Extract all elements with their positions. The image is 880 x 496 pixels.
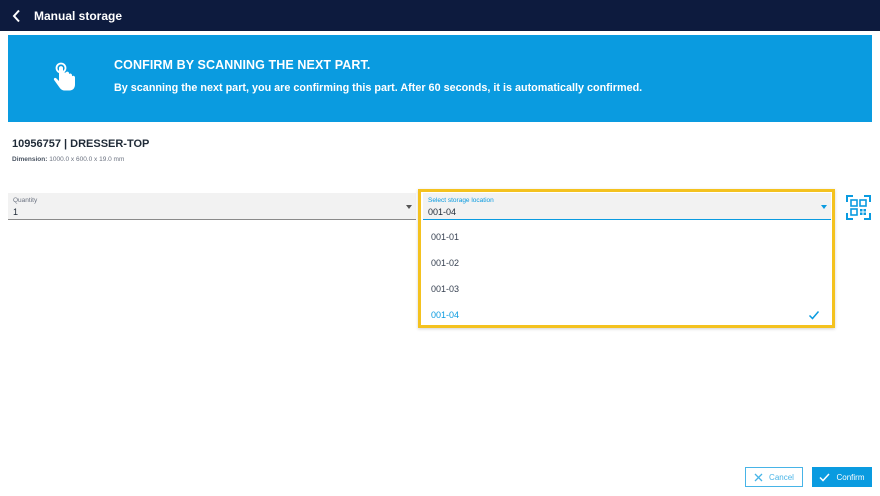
dimension-value: 1000.0 x 600.0 x 19.0 mm: [49, 156, 125, 163]
caret-down-icon: [821, 205, 827, 209]
cancel-label: Cancel: [769, 472, 794, 482]
checkmark-icon: [808, 311, 820, 320]
dimension-label: Dimension:: [12, 156, 48, 163]
banner-title: CONFIRM BY SCANNING THE NEXT PART.: [114, 58, 371, 72]
caret-down-icon: [406, 205, 412, 209]
tap-hand-icon: [53, 62, 75, 91]
part-dimension: Dimension: 1000.0 x 600.0 x 19.0 mm: [12, 156, 124, 163]
quantity-label: Quantity: [13, 197, 38, 204]
option-001-04[interactable]: 001-04: [421, 302, 832, 328]
cancel-button[interactable]: Cancel: [745, 467, 803, 487]
close-icon: [754, 473, 763, 481]
option-001-03[interactable]: 001-03: [421, 276, 832, 302]
top-app-bar: Manual storage: [0, 0, 880, 31]
storage-location-label: Select storage location: [428, 197, 494, 204]
info-banner: CONFIRM BY SCANNING THE NEXT PART. By sc…: [8, 35, 872, 122]
page-title: Manual storage: [34, 8, 123, 23]
confirm-label: Confirm: [836, 472, 865, 482]
part-title: 10956757 | DRESSER-TOP: [12, 138, 150, 150]
quantity-value: 1: [13, 207, 19, 217]
chevron-left-icon: [12, 9, 20, 22]
storage-location-select[interactable]: Select storage location 001-04: [423, 193, 831, 220]
back-button[interactable]: [0, 0, 34, 31]
storage-location-dropdown: Select storage location 001-04 001-01 00…: [418, 189, 835, 328]
option-001-02[interactable]: 001-02: [421, 250, 832, 276]
banner-text: By scanning the next part, you are confi…: [114, 82, 643, 94]
quantity-select[interactable]: Quantity 1: [8, 193, 416, 220]
confirm-button[interactable]: Confirm: [812, 467, 872, 487]
scan-code-button[interactable]: [846, 195, 871, 220]
option-001-01[interactable]: 001-01: [421, 224, 832, 250]
qr-scan-icon: [846, 195, 871, 220]
checkmark-icon: [819, 472, 831, 482]
storage-location-value: 001-04: [428, 207, 457, 217]
option-label: 001-04: [431, 310, 460, 320]
